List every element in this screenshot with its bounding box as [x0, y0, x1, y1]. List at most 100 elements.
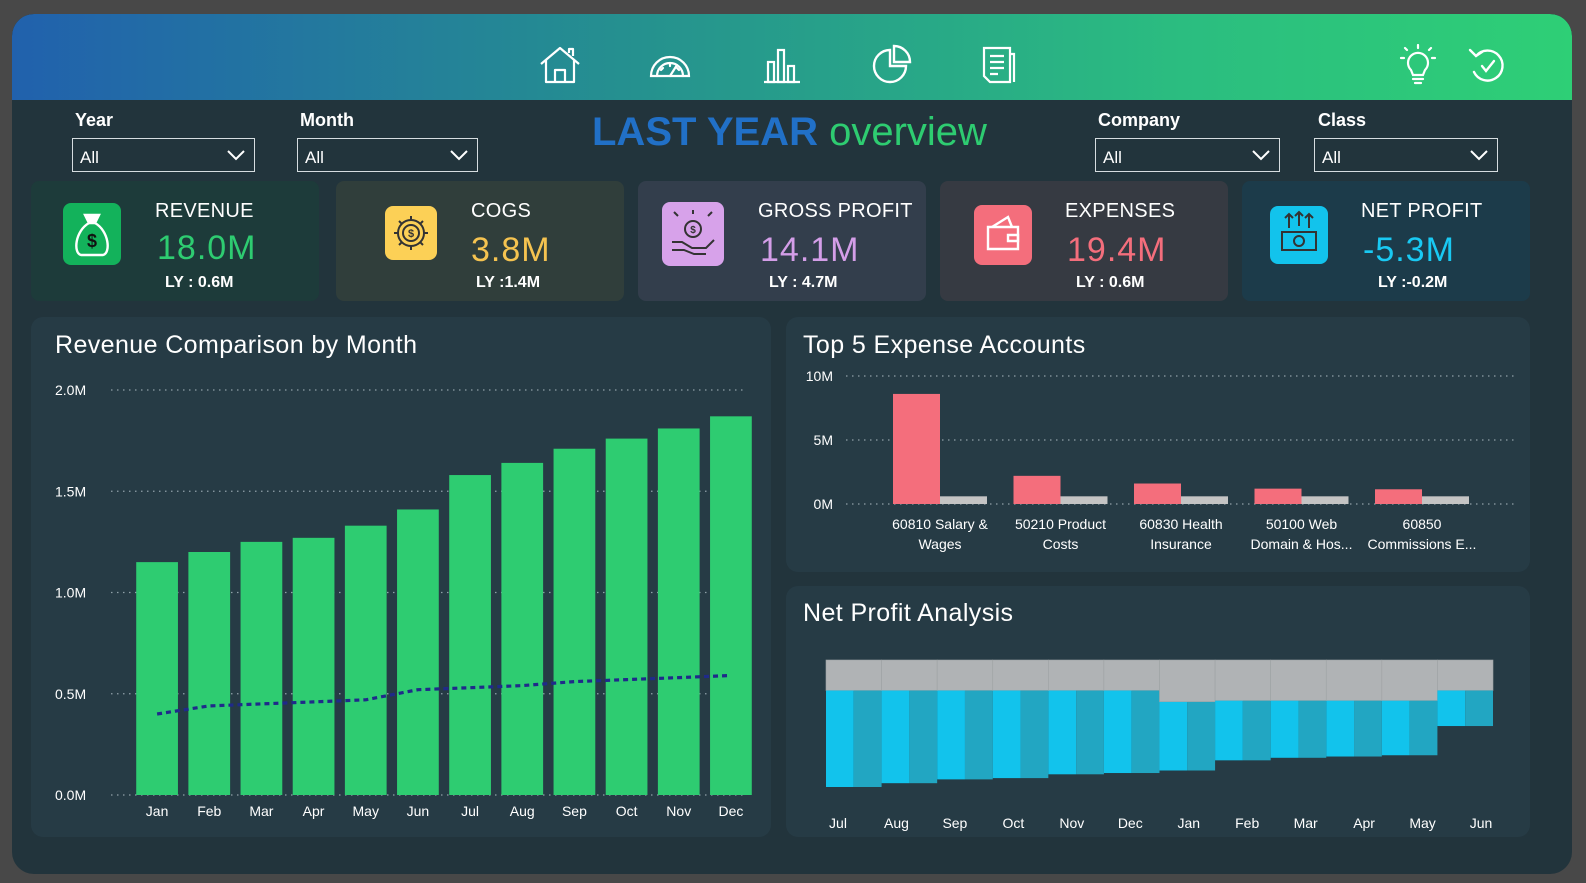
y-tick-label: 2.0M — [55, 382, 86, 398]
chevron-down-icon — [227, 150, 245, 161]
cash-growth-icon — [1270, 206, 1328, 264]
x-tick-label: 60830 Health — [1139, 516, 1222, 532]
page-title-sub: overview — [829, 110, 987, 154]
pie-chart-icon[interactable] — [870, 44, 914, 86]
gray-column — [936, 659, 994, 691]
x-tick-label: Nov — [1059, 815, 1084, 831]
month-filter-label: Month — [300, 110, 354, 130]
blue-area-segment — [1076, 690, 1104, 775]
blue-area-segment — [1298, 700, 1327, 758]
year-dropdown[interactable]: All — [72, 138, 255, 172]
revenue-bar — [240, 541, 283, 795]
y-tick-label: 10M — [806, 368, 833, 384]
company-dropdown[interactable]: All — [1095, 138, 1280, 172]
net-profit-area-chart: Jul Aug Sep Oct Nov Dec Jan Feb Mar Apr May Jun — [825, 659, 1494, 831]
home-icon[interactable] — [538, 44, 582, 86]
company-filter-label: Company — [1098, 110, 1181, 130]
gray-column — [1381, 659, 1438, 701]
revenue-bar — [344, 525, 387, 795]
last-year-bar — [1301, 496, 1349, 504]
kpi-last-year: LY :-0.2M — [1378, 274, 1448, 291]
kpi-last-year: LY : 0.6M — [1076, 274, 1145, 291]
x-tick-label: 60850 — [1403, 516, 1442, 532]
x-tick-label: Jul — [461, 803, 479, 819]
kpi-card-net-profit[interactable]: NET PROFIT -5.3M LY :-0.2M — [1242, 181, 1530, 301]
wallet-icon — [974, 205, 1032, 265]
x-tick-label: Jul — [829, 815, 847, 831]
class-dropdown-value: All — [1322, 148, 1341, 167]
x-tick-label: Jan — [1177, 815, 1200, 831]
gray-column — [1214, 659, 1271, 701]
blue-area-segment — [1159, 701, 1188, 771]
month-dropdown-value: All — [305, 148, 324, 167]
revenue-bar — [710, 416, 752, 795]
blue-area-segment — [1103, 690, 1132, 774]
lightbulb-icon[interactable] — [1396, 43, 1440, 86]
x-tick-label: 60810 Salary & — [892, 516, 988, 532]
chevron-down-icon — [1252, 150, 1270, 161]
gear-dollar-icon: $ — [385, 206, 437, 260]
last-year-bar — [1181, 496, 1228, 504]
kpi-value: 3.8M — [471, 231, 551, 269]
class-filter-label: Class — [1318, 110, 1367, 130]
kpi-value: 18.0M — [157, 229, 257, 267]
x-tick-label: 50210 Product — [1015, 516, 1106, 532]
expense-bar — [1254, 488, 1302, 504]
kpi-value: 19.4M — [1067, 231, 1167, 269]
x-tick-label: Domain & Hos... — [1251, 536, 1353, 552]
x-tick-label: Sep — [942, 815, 967, 831]
hand-profit-icon: $ — [662, 202, 724, 266]
expense-bar — [1134, 483, 1181, 504]
blue-area-segment — [909, 690, 938, 784]
bar-chart-icon[interactable] — [760, 44, 804, 86]
x-tick-label: Nov — [666, 803, 691, 819]
revenue-bar — [292, 537, 335, 795]
x-tick-label: 50100 Web — [1266, 516, 1338, 532]
x-tick-label: Jan — [146, 803, 169, 819]
x-tick-label: May — [1409, 815, 1435, 831]
expense-bar — [1013, 475, 1061, 504]
revenue-bar — [553, 448, 596, 795]
x-tick-label: Oct — [616, 803, 638, 819]
kpi-value: -5.3M — [1363, 231, 1455, 269]
page-title: LAST YEAR overview — [592, 110, 987, 155]
page-title-main: LAST YEAR — [592, 110, 818, 154]
blue-area-segment — [992, 690, 1021, 779]
dashboard: Year All Month All LAST YEAR overview Co… — [12, 14, 1572, 874]
blue-area-segment — [1270, 700, 1299, 758]
kpi-value: 14.1M — [760, 231, 860, 269]
blue-area-segment — [1131, 690, 1160, 774]
expense-bar — [893, 393, 940, 504]
x-tick-label: Apr — [303, 803, 325, 819]
kpi-last-year: LY : 0.6M — [165, 274, 234, 291]
blue-area-segment — [1326, 700, 1355, 757]
blue-area-segment — [1409, 700, 1438, 756]
kpi-card-revenue[interactable]: $ REVENUE 18.0M LY : 0.6M — [31, 181, 319, 301]
x-tick-label: Apr — [1353, 815, 1375, 831]
kpi-card-expenses[interactable]: EXPENSES 19.4M LY : 0.6M — [940, 181, 1228, 301]
kpi-card-gross-profit[interactable]: $ GROSS PROFIT 14.1M LY : 4.7M — [638, 181, 926, 301]
gray-column — [1103, 659, 1160, 691]
blue-area-segment — [1215, 700, 1243, 761]
blue-area-segment — [1465, 690, 1493, 727]
report-icon[interactable] — [976, 44, 1020, 86]
class-dropdown[interactable]: All — [1314, 138, 1498, 172]
reset-icon[interactable] — [1466, 44, 1510, 86]
blue-area-segment — [1242, 700, 1271, 761]
kpi-last-year: LY : 4.7M — [769, 274, 838, 291]
speedometer-icon[interactable] — [648, 44, 692, 86]
revenue-comparison-panel: Revenue Comparison by Month 0.0M 0.5M 1.0M… — [31, 317, 771, 837]
x-tick-label: Wages — [918, 536, 961, 552]
blue-area-segment — [1048, 690, 1077, 775]
x-tick-label: Insurance — [1150, 536, 1212, 552]
x-tick-label: Feb — [197, 803, 221, 819]
x-tick-label: Mar — [1294, 815, 1318, 831]
kpi-card-cogs[interactable]: $ COGS 3.8M LY :1.4M — [336, 181, 624, 301]
expense-bar — [1375, 489, 1422, 504]
kpi-label: GROSS PROFIT — [758, 200, 913, 222]
month-dropdown[interactable]: All — [297, 138, 478, 172]
chevron-down-icon — [1470, 150, 1488, 161]
net-profit-analysis-panel: Net Profit Analysis Jul Aug Sep Oct Nov Dec Ja… — [786, 586, 1530, 837]
revenue-bar-chart: 0.0M 0.5M 1.0M 1.5M 2.0M Jan Feb Mar Apr May Jun Ju… — [55, 382, 752, 819]
x-tick-label: Aug — [510, 803, 535, 819]
